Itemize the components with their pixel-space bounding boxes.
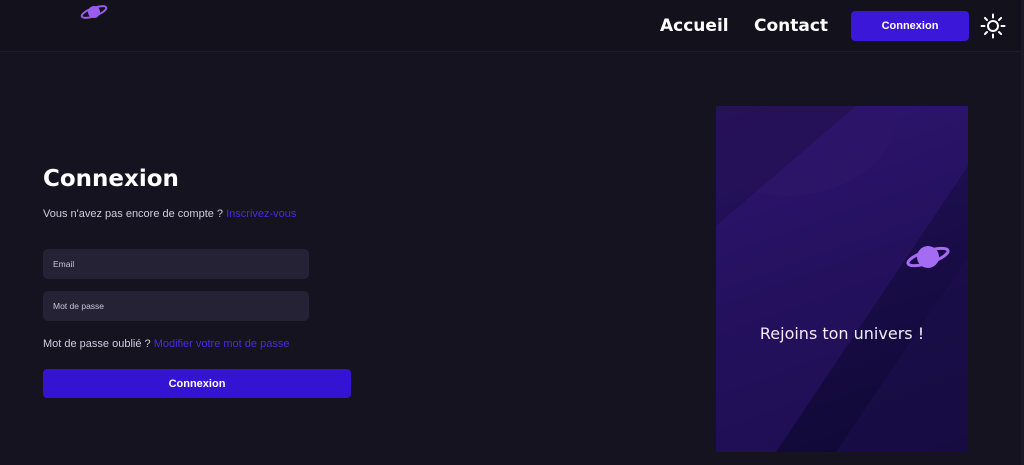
- email-field[interactable]: [43, 249, 309, 279]
- sun-icon[interactable]: [980, 13, 1006, 39]
- header-login-button[interactable]: Connexion: [851, 11, 969, 41]
- promo-panel: COLLECT OVERSE Rejoins ton univers !: [716, 106, 968, 452]
- nav-link-home[interactable]: Accueil: [660, 16, 729, 36]
- forgot-password-text: Mot de passe oublié ?: [43, 338, 151, 350]
- signup-link[interactable]: Inscrivez-vous: [226, 208, 296, 220]
- planet-icon: [906, 246, 950, 268]
- login-submit-button[interactable]: Connexion: [43, 369, 351, 398]
- top-navbar: COLLECT VERSE Accueil Contact Connexion: [0, 0, 1024, 52]
- forgot-password-prompt: Mot de passe oublié ? Modifier votre mot…: [43, 338, 289, 350]
- signup-prompt: Vous n'avez pas encore de compte ? Inscr…: [43, 208, 296, 220]
- planet-icon: [80, 5, 108, 19]
- page-title: Connexion: [43, 166, 179, 192]
- reset-password-link[interactable]: Modifier votre mot de passe: [154, 338, 290, 350]
- nav-link-contact[interactable]: Contact: [754, 16, 828, 36]
- promo-tagline: Rejoins ton univers !: [759, 324, 925, 343]
- signup-prompt-text: Vous n'avez pas encore de compte ?: [43, 208, 224, 220]
- password-field[interactable]: [43, 291, 309, 321]
